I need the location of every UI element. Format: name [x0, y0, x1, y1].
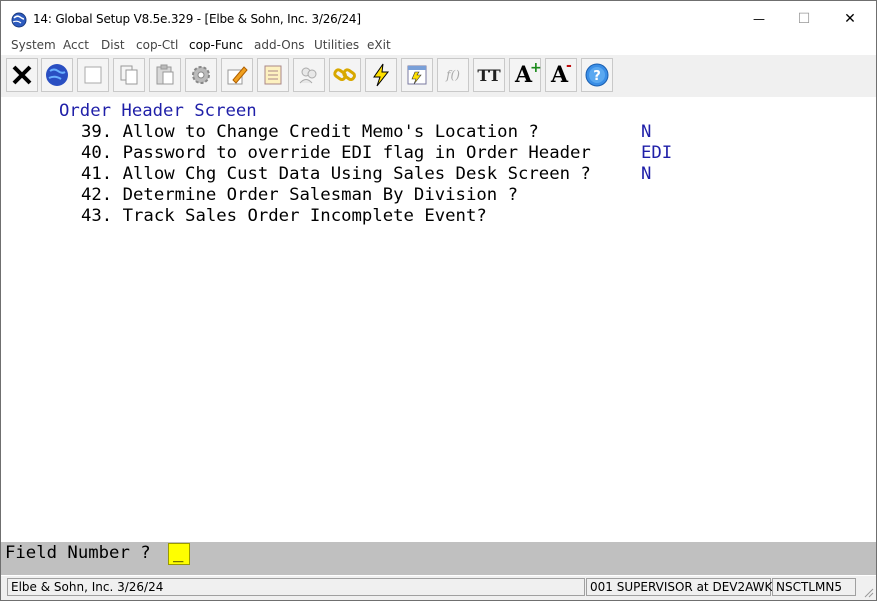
status-company: Elbe & Sohn, Inc. 3/26/24 — [7, 578, 585, 596]
field-number-cursor: _ — [173, 543, 184, 563]
field-42-label[interactable]: 42. Determine Order Salesman By Division… — [81, 185, 518, 206]
toolbar-users-button[interactable] — [293, 58, 325, 92]
screen-heading: Order Header Screen — [59, 101, 257, 121]
settings-icon — [192, 66, 210, 84]
copy-icon — [120, 65, 138, 85]
app-window: 14: Global Setup V8.5e.329 - [Elbe & Soh… — [0, 0, 877, 601]
toolbar-notepad-button[interactable] — [257, 58, 289, 92]
toolbar-font-button[interactable]: TT — [473, 58, 505, 92]
menu-acct[interactable]: Acct — [63, 38, 89, 52]
link-icon — [333, 68, 356, 82]
toolbar-function-button[interactable]: f() — [437, 58, 469, 92]
field-43-label[interactable]: 43. Track Sales Order Incomplete Event? — [81, 206, 487, 227]
toolbar-calculator-button[interactable] — [401, 58, 433, 92]
title-bar: 14: Global Setup V8.5e.329 - [Elbe & Soh… — [1, 1, 876, 35]
users-icon — [299, 67, 317, 84]
toolbar-lightning-button[interactable] — [365, 58, 397, 92]
prompt-label: Field Number ? — [5, 543, 151, 563]
svg-text:?: ? — [593, 69, 601, 84]
lightning-icon — [373, 63, 390, 87]
field-39-label[interactable]: 39. Allow to Change Credit Memo's Locati… — [81, 122, 539, 143]
menu-add-ons[interactable]: add-Ons — [254, 38, 305, 52]
status-code: NSCTLMN5 — [772, 578, 856, 596]
font-icon: TT — [477, 65, 501, 85]
field-40-label[interactable]: 40. Password to override EDI flag in Ord… — [81, 143, 591, 164]
edit-icon — [227, 66, 248, 85]
field-39-value: N — [641, 122, 652, 142]
toolbar-edit-button[interactable] — [221, 58, 253, 92]
minimize-icon: — — [753, 12, 765, 26]
toolbar: f() TT A + A - ? — [1, 55, 876, 97]
toolbar-font-increase-button[interactable]: A + — [509, 58, 542, 92]
status-user: 001 SUPERVISOR at DEV2AWK — [586, 578, 772, 596]
help-icon: ? — [585, 63, 609, 87]
toolbar-close-button[interactable] — [6, 58, 38, 92]
menu-utilities[interactable]: Utilities — [314, 38, 359, 52]
field-41-label[interactable]: 41. Allow Chg Cust Data Using Sales Desk… — [81, 164, 591, 185]
toolbar-link-button[interactable] — [329, 58, 361, 92]
notepad-icon — [264, 65, 282, 85]
menu-dist[interactable]: Dist — [101, 38, 125, 52]
calculator-icon — [407, 65, 427, 85]
close-icon: ✕ — [844, 11, 856, 27]
minimize-button[interactable]: — — [736, 5, 782, 33]
toolbar-font-decrease-button[interactable]: A - — [545, 58, 577, 92]
menu-cop-ctl[interactable]: cop-Ctl — [136, 38, 178, 52]
close-icon — [12, 65, 32, 85]
toolbar-help-button[interactable]: ? — [581, 58, 613, 92]
window-title: 14: Global Setup V8.5e.329 - [Elbe & Soh… — [33, 12, 361, 26]
close-window-button[interactable]: ✕ — [827, 5, 873, 33]
status-bar: Elbe & Sohn, Inc. 3/26/24 001 SUPERVISOR… — [1, 576, 876, 600]
toolbar-blank-button[interactable] — [77, 58, 109, 92]
menu-exit[interactable]: eXit — [367, 38, 391, 52]
toolbar-settings-button[interactable] — [185, 58, 217, 92]
toolbar-globe-button[interactable] — [41, 58, 73, 92]
app-globe-icon — [11, 12, 27, 28]
function-icon: f() — [446, 68, 460, 82]
maximize-icon: ☐ — [797, 11, 811, 27]
toolbar-copy-button[interactable] — [113, 58, 145, 92]
toolbar-paste-button[interactable] — [149, 58, 181, 92]
globe-icon — [46, 64, 68, 86]
menu-bar: System Acct Dist cop-Ctl cop-Func add-On… — [1, 36, 876, 56]
blank-icon — [84, 66, 102, 84]
prompt-bar: Field Number ? _ — [1, 542, 876, 575]
menu-system[interactable]: System — [11, 38, 56, 52]
terminal-screen: Order Header Screen 39. Allow to Change … — [1, 101, 876, 541]
font-increase-icon: A + — [515, 60, 542, 88]
paste-icon — [156, 64, 174, 85]
resize-grip-icon[interactable] — [862, 586, 874, 598]
field-40-value: EDI — [641, 143, 673, 163]
field-number-input[interactable]: _ — [168, 543, 190, 565]
menu-cop-func[interactable]: cop-Func — [189, 38, 243, 52]
font-decrease-icon: A - — [551, 58, 572, 88]
maximize-button[interactable]: ☐ — [781, 5, 827, 33]
field-41-value: N — [641, 164, 652, 184]
